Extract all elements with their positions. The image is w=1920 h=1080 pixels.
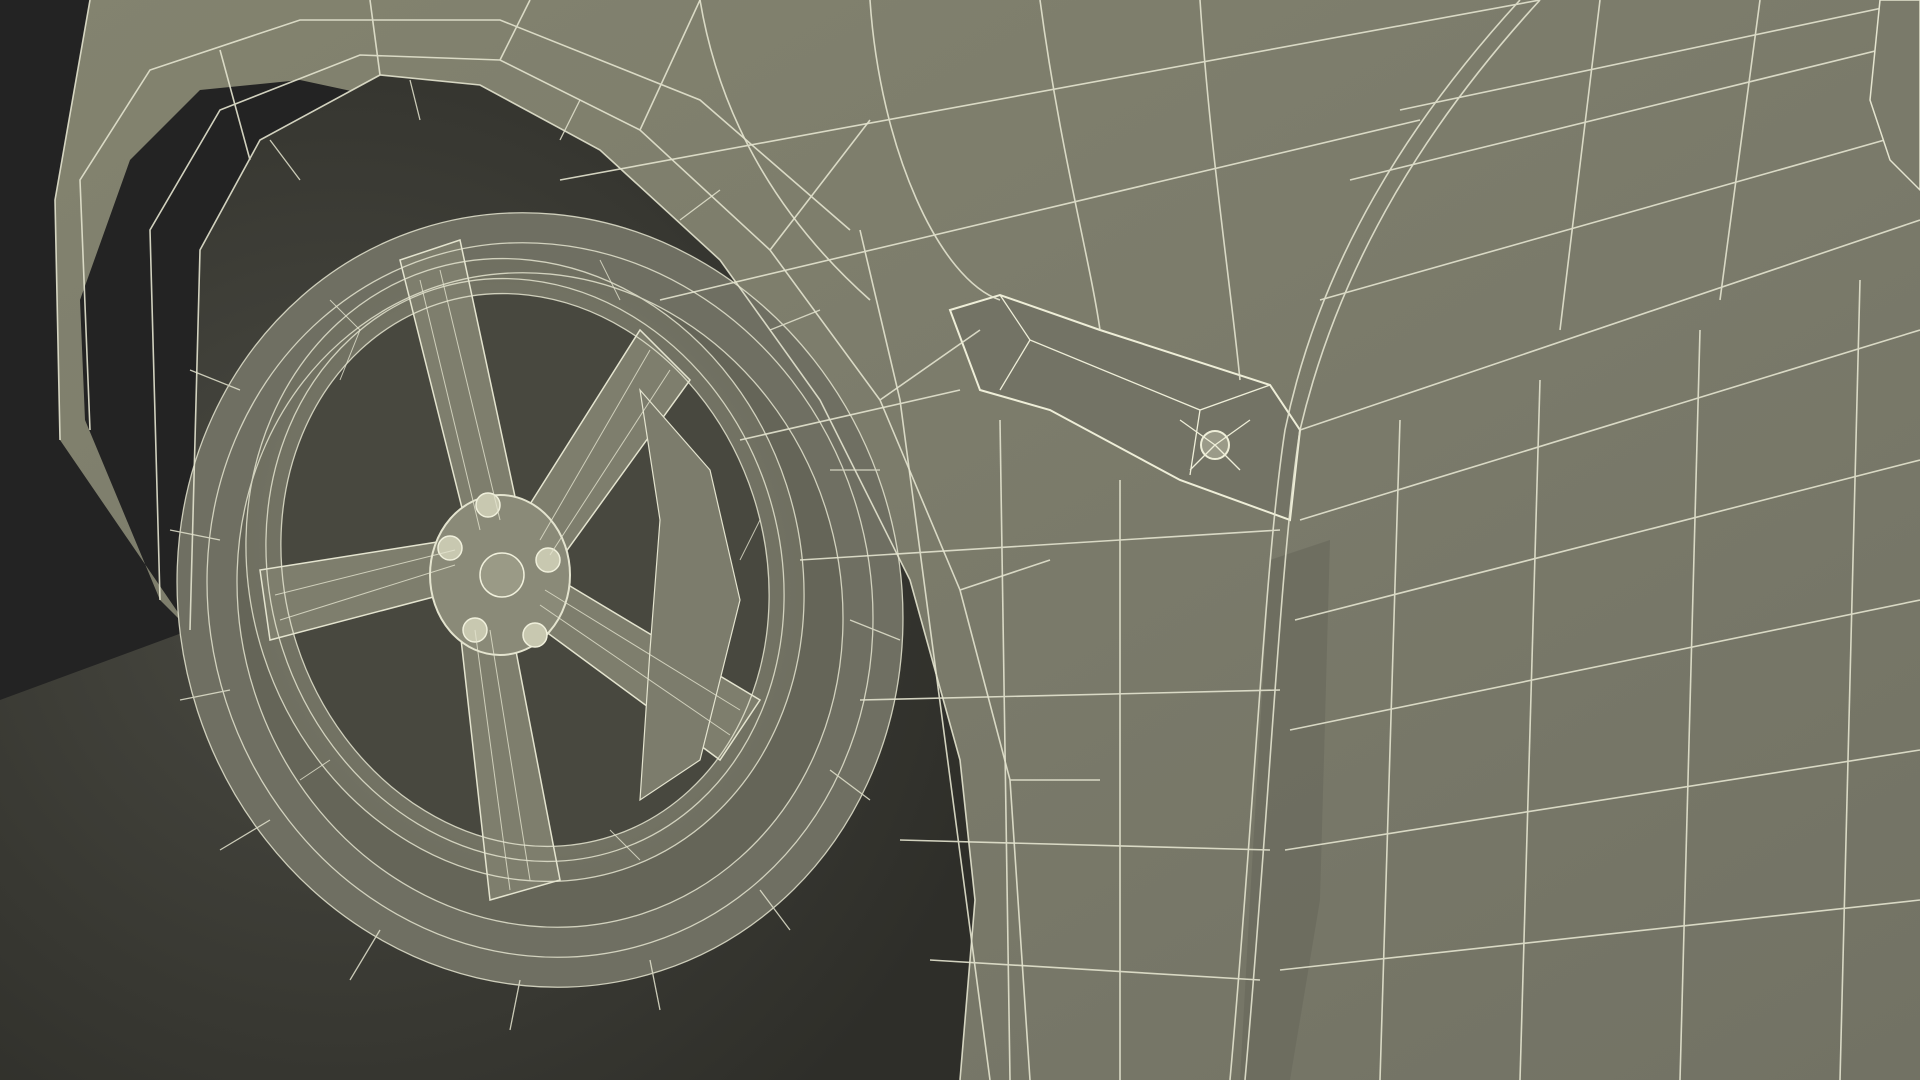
wireframe-render [0, 0, 1920, 1080]
render-viewport [0, 0, 1920, 1080]
